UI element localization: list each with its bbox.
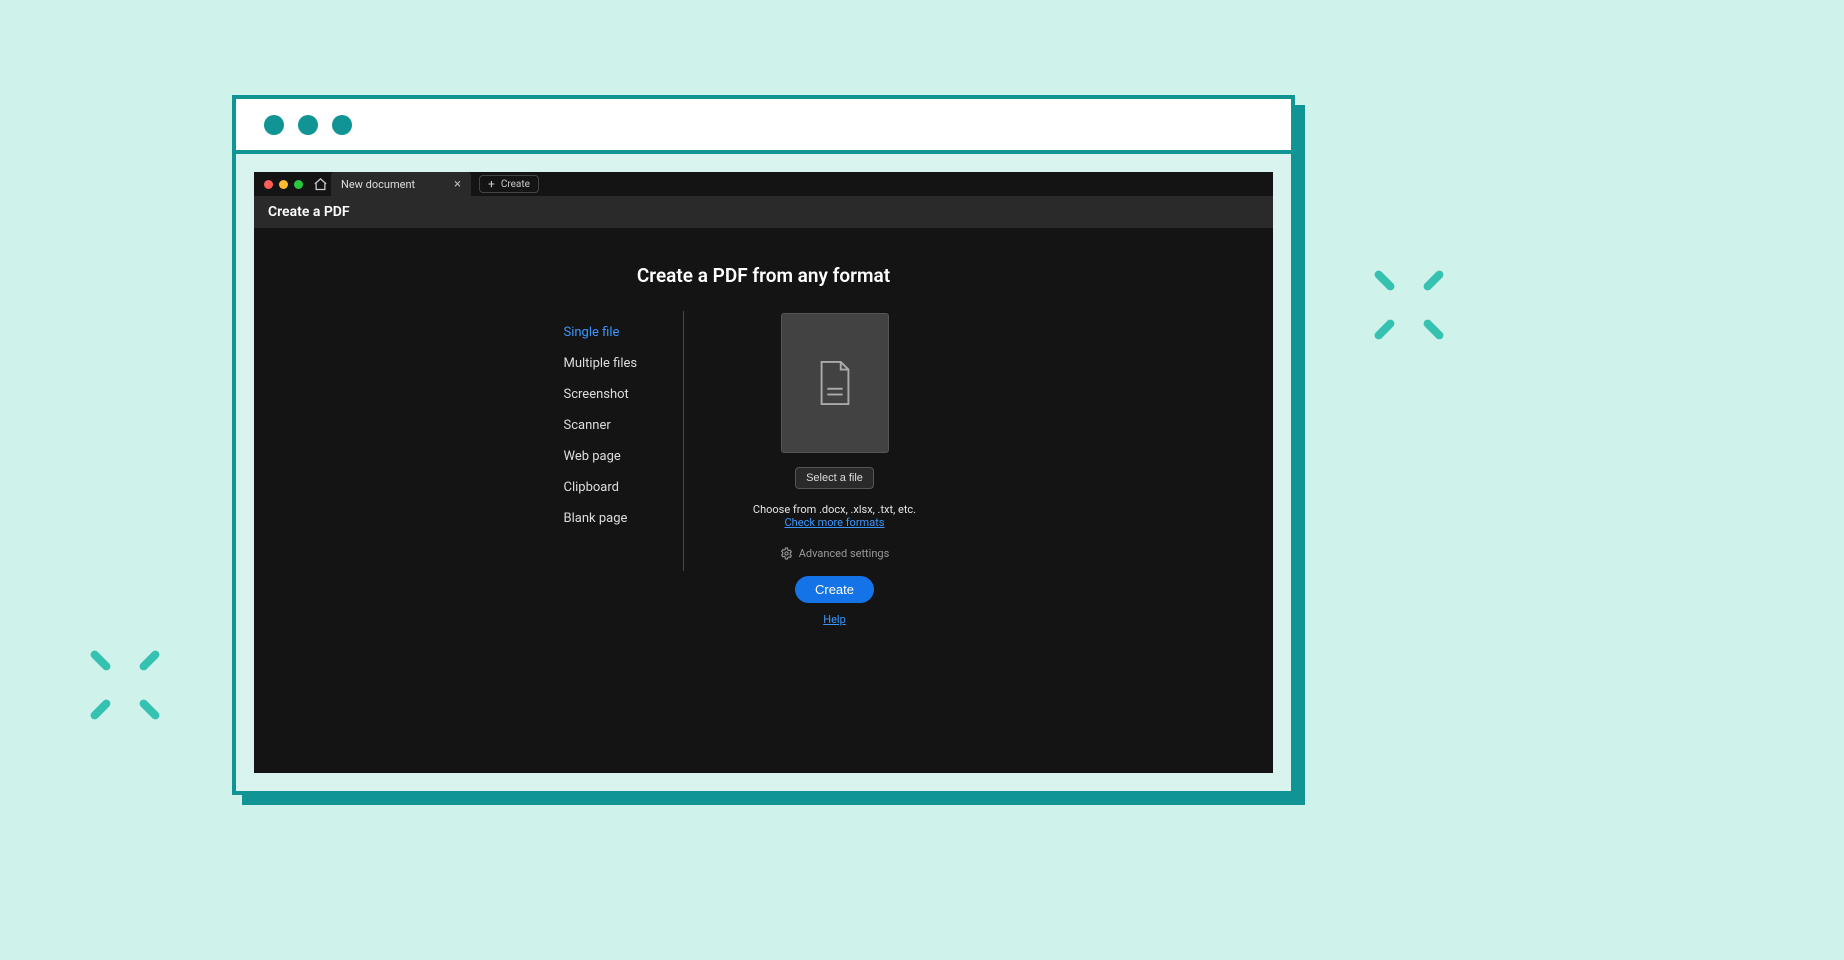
advanced-settings-button[interactable]: Advanced settings xyxy=(780,547,890,560)
maximize-window-button[interactable] xyxy=(294,180,303,189)
plus-icon: + xyxy=(488,177,495,191)
check-formats-link[interactable]: Check more formats xyxy=(785,516,885,529)
create-tab-button[interactable]: + Create xyxy=(479,175,539,193)
page-subtitle: Create a PDF xyxy=(268,204,350,220)
select-file-button[interactable]: Select a file xyxy=(795,467,874,489)
titlebar-dot xyxy=(332,115,352,135)
window-controls xyxy=(260,180,309,189)
create-tab-label: Create xyxy=(501,179,530,190)
browser-titlebar xyxy=(236,99,1291,154)
source-option-list: Single file Multiple files Screenshot Sc… xyxy=(564,311,684,571)
source-option-clipboard[interactable]: Clipboard xyxy=(564,472,683,503)
titlebar-dot xyxy=(264,115,284,135)
format-hint-text: Choose from .docx, .xlsx, .txt, etc. xyxy=(753,503,916,516)
file-drop-pane: Select a file Choose from .docx, .xlsx, … xyxy=(684,311,964,626)
app-window: New document × + Create Create a PDF Cre… xyxy=(254,172,1273,773)
create-pdf-panel: Single file Multiple files Screenshot Sc… xyxy=(254,311,1273,626)
source-option-single-file[interactable]: Single file xyxy=(564,317,683,348)
browser-frame: New document × + Create Create a PDF Cre… xyxy=(232,95,1295,795)
document-tab[interactable]: New document × xyxy=(331,172,471,196)
source-option-web-page[interactable]: Web page xyxy=(564,441,683,472)
close-window-button[interactable] xyxy=(264,180,273,189)
source-option-scanner[interactable]: Scanner xyxy=(564,410,683,441)
app-subheader: Create a PDF xyxy=(254,196,1273,228)
browser-content: New document × + Create Create a PDF Cre… xyxy=(236,154,1291,791)
create-button[interactable]: Create xyxy=(795,576,874,603)
source-option-multiple-files[interactable]: Multiple files xyxy=(564,348,683,379)
page-title: Create a PDF from any format xyxy=(254,228,1273,311)
document-tab-label: New document xyxy=(341,178,415,191)
source-option-blank-page[interactable]: Blank page xyxy=(564,503,683,534)
titlebar-dot xyxy=(298,115,318,135)
minimize-window-button[interactable] xyxy=(279,180,288,189)
help-link[interactable]: Help xyxy=(823,613,846,626)
home-button[interactable] xyxy=(309,177,331,192)
close-tab-icon[interactable]: × xyxy=(454,177,461,192)
source-option-screenshot[interactable]: Screenshot xyxy=(564,379,683,410)
document-icon xyxy=(815,360,855,406)
app-tabbar: New document × + Create xyxy=(254,172,1273,196)
file-dropzone[interactable] xyxy=(781,313,889,453)
decorative-sparkle xyxy=(90,650,160,724)
decorative-sparkle xyxy=(1374,270,1444,344)
app-body: Create a PDF from any format Single file… xyxy=(254,228,1273,771)
gear-icon xyxy=(780,547,793,560)
advanced-settings-label: Advanced settings xyxy=(799,547,890,560)
